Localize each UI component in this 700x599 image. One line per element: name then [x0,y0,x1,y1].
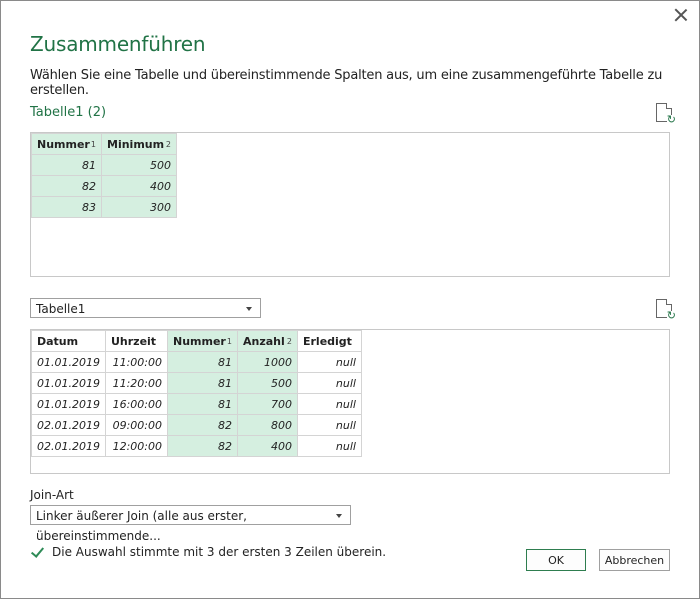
table-row: 01.01.2019 16:00:00 81 700 null [31,393,362,415]
first-table-preview: Nummer 1 Minimum 2 81 500 82 400 83 300 [30,132,670,277]
table-cell: 09:00:00 [104,414,168,436]
table-row: 01.01.2019 11:00:00 81 1000 null [31,351,362,373]
table-cell: 16:00:00 [104,393,168,415]
second-table-select[interactable]: Tabelle1 [30,298,261,318]
table-row: 82 400 [31,175,177,197]
column-header-erledigt[interactable]: Erledigt [296,330,362,352]
table-cell: 82 [31,175,102,197]
table-cell: 700 [236,393,298,415]
column-header-label: Minimum [107,137,165,151]
table-cell: 300 [101,196,177,218]
table-cell: null [296,393,362,415]
column-header-minimum[interactable]: Minimum 2 [101,133,177,155]
table-cell: 81 [31,154,102,176]
refresh-preview-icon-2[interactable] [656,299,676,322]
column-match-index: 2 [286,337,292,346]
column-header-uhrzeit[interactable]: Uhrzeit [104,330,168,352]
close-icon[interactable] [673,7,689,23]
table-cell: null [296,435,362,457]
table-cell: 11:00:00 [104,351,168,373]
table-cell: 400 [101,175,177,197]
column-match-index: 2 [165,140,171,149]
chevron-down-icon [336,514,342,518]
column-match-index: 1 [226,337,232,346]
table-cell: 500 [101,154,177,176]
column-header-anzahl[interactable]: Anzahl 2 [236,330,298,352]
table-cell: 01.01.2019 [31,393,106,415]
second-table-grid: Datum Uhrzeit Nummer 1 Anzahl 2 Erledigt 01.01… [31,330,362,457]
table-cell: 01.01.2019 [31,351,106,373]
dialog-title: Zusammenführen [30,32,206,56]
first-table-grid: Nummer 1 Minimum 2 81 500 82 400 83 300 [31,133,177,218]
column-header-label: Uhrzeit [110,334,157,348]
table-row: 81 500 [31,154,177,176]
table-cell: 11:20:00 [104,372,168,394]
dialog-description: Wählen Sie eine Tabelle und übereinstimm… [30,68,663,98]
match-status: Die Auswahl stimmte mit 3 der ersten 3 Z… [30,545,386,559]
column-header-datum[interactable]: Datum [31,330,106,352]
column-header-nummer[interactable]: Nummer 1 [31,133,102,155]
second-table-preview: Datum Uhrzeit Nummer 1 Anzahl 2 Erledigt 01.01… [30,329,670,474]
column-match-index: 1 [90,140,96,149]
table-cell: 81 [166,393,238,415]
column-header-label: Nummer [172,334,226,348]
join-type-label: Join-Art [30,488,74,502]
column-header-nummer[interactable]: Nummer 1 [166,330,238,352]
table-cell: null [296,372,362,394]
join-type-select-value: Linker äußerer Join (alle aus erster, üb… [36,509,247,543]
table-cell: 01.01.2019 [31,372,106,394]
column-header-label: Anzahl [242,334,285,348]
checkmark-icon [30,545,44,559]
table-cell: null [296,351,362,373]
table-row: 02.01.2019 12:00:00 82 400 null [31,435,362,457]
chevron-down-icon [246,307,252,311]
first-table-label: Tabelle1 (2) [30,105,107,120]
table-row: 02.01.2019 09:00:00 82 800 null [31,414,362,436]
column-header-label: Erledigt [302,334,352,348]
table-cell: 02.01.2019 [31,414,106,436]
ok-button[interactable]: OK [526,549,586,571]
table-cell: 500 [236,372,298,394]
table-cell: 82 [166,414,238,436]
table-cell: 02.01.2019 [31,435,106,457]
table-cell: 800 [236,414,298,436]
column-header-label: Datum [37,334,79,348]
join-type-select[interactable]: Linker äußerer Join (alle aus erster, üb… [30,505,351,543]
cancel-button[interactable]: Abbrechen [599,549,670,571]
second-table-select-value: Tabelle1 [36,302,86,316]
table-cell: 12:00:00 [104,435,168,457]
table-cell: 82 [166,435,238,457]
table-cell: 83 [31,196,102,218]
table-cell: 81 [166,372,238,394]
table-row: 01.01.2019 11:20:00 81 500 null [31,372,362,394]
table-cell: 1000 [236,351,298,373]
refresh-preview-icon[interactable] [656,103,676,126]
table-cell: 400 [236,435,298,457]
merge-dialog: Zusammenführen Wählen Sie eine Tabelle u… [0,0,700,599]
table-cell: 81 [166,351,238,373]
match-status-text: Die Auswahl stimmte mit 3 der ersten 3 Z… [52,545,387,559]
table-cell: null [296,414,362,436]
table-row: 83 300 [31,196,177,218]
column-header-label: Nummer [37,137,90,151]
